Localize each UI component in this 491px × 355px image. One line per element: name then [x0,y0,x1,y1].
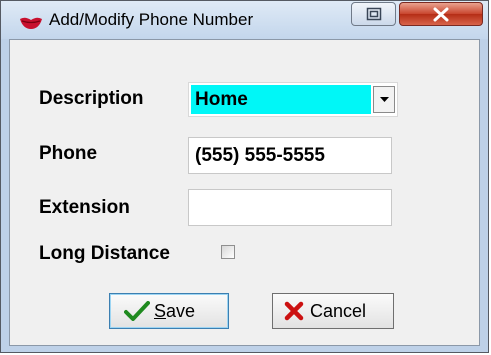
description-label: Description [39,88,144,109]
extension-input[interactable] [188,189,392,226]
long-distance-label: Long Distance [39,243,170,264]
phone-label: Phone [39,143,98,164]
dialog-window: Add/Modify Phone Number Description Home… [0,0,489,353]
description-dropdown[interactable]: Home [188,82,398,117]
save-button[interactable]: Save [109,293,229,329]
red-x-icon [284,301,304,321]
description-selected-value[interactable]: Home [191,85,371,114]
extension-label: Extension [39,197,130,218]
restore-icon [366,7,382,21]
dialog-body: Description Home Phone (555) 555-5555 Ex… [9,39,480,346]
long-distance-checkbox[interactable] [221,245,235,259]
save-button-label: Save [154,301,196,321]
close-x-icon [433,7,449,22]
cancel-button[interactable]: Cancel [272,293,394,329]
cancel-button-label: Cancel [310,301,367,321]
close-button[interactable] [399,2,483,26]
checkmark-icon [124,301,150,321]
chevron-down-icon [380,97,389,102]
restore-button[interactable] [351,2,396,26]
phone-input[interactable]: (555) 555-5555 [188,137,392,174]
title-bar[interactable]: Add/Modify Phone Number [1,1,488,39]
red-lips-icon [19,16,43,30]
dropdown-arrow-button[interactable] [373,86,395,113]
window-title: Add/Modify Phone Number [49,10,254,29]
